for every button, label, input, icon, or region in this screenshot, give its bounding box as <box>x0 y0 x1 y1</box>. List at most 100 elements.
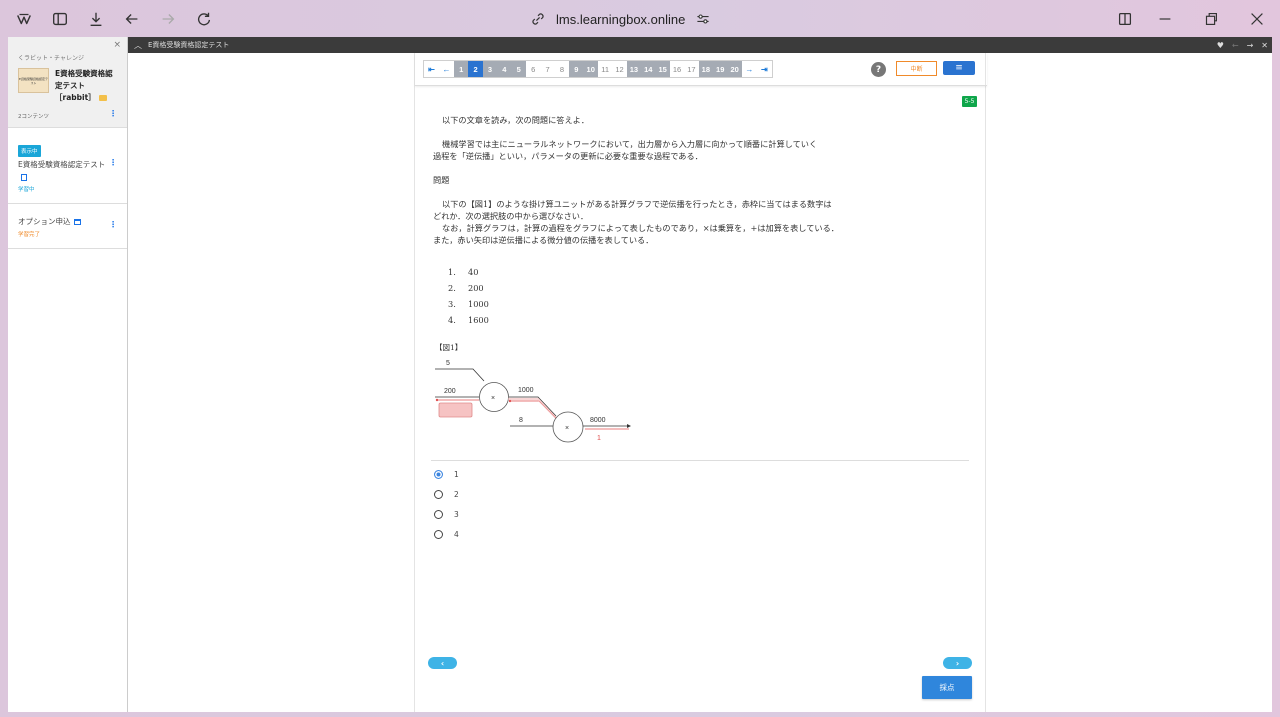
folder-icon <box>98 95 107 101</box>
sidebar-item-test[interactable]: 表示中 E資格受験資格認定テスト 学習中 ⋮ <box>8 128 127 204</box>
title-bar-controls: ♥ ← → ✕ <box>1217 37 1268 53</box>
radio-label: 1 <box>454 470 459 479</box>
course-sidebar: × くラビット・チャレンジ E資格受験資格認定テスト E資格受験資格認定テスト［… <box>8 37 128 712</box>
content-title: E資格受験資格認定テスト <box>148 41 230 49</box>
test-panel: ⇤ ← 1 2 3 4 5 6 7 8 9 10 11 12 13 14 15 16 17 18 19 20 → ⇥ ?… <box>414 53 987 712</box>
radio-button[interactable] <box>434 470 443 479</box>
computation-graph-figure: 【図1】 5 200 × 1000 8 × 8000 1 <box>435 343 631 443</box>
address-bar[interactable]: lms.learningbox.online <box>530 9 711 29</box>
question-page-button[interactable]: 1 <box>454 61 469 77</box>
course-menu-icon[interactable]: ⋮ <box>109 109 117 118</box>
sidebar-toggle-icon[interactable] <box>50 9 70 29</box>
browser-logo-icon[interactable] <box>14 9 34 29</box>
question-page-button[interactable]: 12 <box>612 61 627 77</box>
radio-button[interactable] <box>434 510 443 519</box>
course-thumbnail: E資格受験資格認定テスト <box>18 68 49 93</box>
next-page-button[interactable]: › <box>943 657 972 669</box>
question-pager: ⇤ ← 1 2 3 4 5 6 7 8 9 10 11 12 13 14 15 16 17 18 19 20 → ⇥ <box>423 60 773 78</box>
first-question-button[interactable]: ⇤ <box>424 61 439 77</box>
content-title-bar: ︿ E資格受験資格認定テスト ♥ ← → ✕ <box>128 37 1272 53</box>
reload-icon[interactable] <box>194 9 214 29</box>
choice-item: 4. 1600 <box>448 315 489 325</box>
content-count: 2コンテンツ <box>18 114 49 120</box>
question-body-line: 機械学習では主にニューラルネットワークにおいて，出力層から入力層に向かって順番に… <box>442 139 818 149</box>
forward-icon[interactable] <box>158 9 178 29</box>
question-page-button[interactable]: 4 <box>497 61 512 77</box>
item-status: 学習完了 <box>18 232 41 238</box>
radio-button[interactable] <box>434 530 443 539</box>
restore-icon[interactable] <box>1201 9 1221 29</box>
prev-content-icon[interactable]: ← <box>1232 41 1239 50</box>
next-content-icon[interactable]: → <box>1247 41 1254 50</box>
download-icon[interactable] <box>86 9 106 29</box>
sidebar-item-label: オプション申込 <box>18 216 108 228</box>
question-text-line: どれか．次の選択肢の中から選びなさい． <box>433 211 589 221</box>
choice-item: 1. 40 <box>448 267 479 277</box>
radio-label: 4 <box>454 530 459 539</box>
answer-radio[interactable]: 3 <box>434 510 459 519</box>
mid-output-label: 1000 <box>518 387 534 394</box>
figure-label: 【図1】 <box>435 343 462 352</box>
sidebar-item-option[interactable]: オプション申込 学習完了 ⋮ <box>8 204 127 249</box>
next-question-button[interactable]: → <box>741 61 757 77</box>
question-number-badge: 5-5 <box>962 96 977 107</box>
question-page-button[interactable]: 10 <box>583 61 598 77</box>
close-content-icon[interactable]: ✕ <box>1261 41 1268 50</box>
question-page-button[interactable]: 2 <box>468 61 483 77</box>
question-page-button[interactable]: 17 <box>684 61 699 77</box>
menu-button[interactable]: ≡ <box>943 61 975 75</box>
item-menu-icon[interactable]: ⋮ <box>109 220 117 229</box>
item-menu-icon[interactable]: ⋮ <box>109 158 117 167</box>
answer-red-box <box>438 402 473 418</box>
question-page-button[interactable]: 5 <box>511 61 526 77</box>
heart-icon[interactable]: ♥ <box>1217 41 1224 50</box>
question-page-button[interactable]: 19 <box>713 61 728 77</box>
question-page-button[interactable]: 8 <box>554 61 570 77</box>
arrowhead-node <box>508 399 512 403</box>
question-page-button[interactable]: 13 <box>626 61 642 77</box>
output-label: 8000 <box>590 417 606 424</box>
question-page-button[interactable]: 15 <box>655 61 670 77</box>
edge-top-input <box>435 368 485 382</box>
document-icon <box>21 173 27 181</box>
question-page-button[interactable]: 7 <box>540 61 555 77</box>
prev-page-button[interactable]: ‹ <box>428 657 457 669</box>
answer-radio[interactable]: 1 <box>434 470 459 479</box>
input-mid-label: 200 <box>444 388 456 395</box>
answer-radio[interactable]: 4 <box>434 530 459 539</box>
input-bottom-label: 8 <box>519 417 523 424</box>
grade-button[interactable]: 採点 <box>922 676 972 699</box>
question-page-button[interactable]: 11 <box>597 61 613 77</box>
suspend-button[interactable]: 中断 <box>896 61 937 76</box>
prev-question-button[interactable]: ← <box>439 61 454 77</box>
close-sidebar-icon[interactable]: × <box>113 40 121 50</box>
radio-button[interactable] <box>434 490 443 499</box>
split-view-icon[interactable] <box>1115 9 1135 29</box>
collapse-icon[interactable]: ︿ <box>134 40 142 51</box>
minimize-icon[interactable] <box>1155 9 1175 29</box>
question-page-button[interactable]: 6 <box>525 61 541 77</box>
link-icon <box>532 13 544 25</box>
question-page-button[interactable]: 3 <box>482 61 498 77</box>
question-page-button[interactable]: 18 <box>698 61 714 77</box>
site-settings-icon[interactable] <box>695 11 711 27</box>
url-text[interactable]: lms.learningbox.online <box>556 12 685 27</box>
radio-label: 2 <box>454 490 459 499</box>
question-page-button[interactable]: 16 <box>669 61 685 77</box>
last-question-button[interactable]: ⇥ <box>756 61 772 77</box>
back-icon[interactable] <box>122 9 142 29</box>
question-page-button[interactable]: 9 <box>569 61 584 77</box>
question-text-line: 以下の【図1】のような掛け算ユニットがある計算グラフで逆伝播を行ったとき，赤枠に… <box>442 199 832 209</box>
question-page-button[interactable]: 14 <box>641 61 656 77</box>
browser-toolbar: lms.learningbox.online <box>0 0 1280 37</box>
close-window-icon[interactable] <box>1247 9 1267 29</box>
arrowhead-output <box>627 424 631 428</box>
help-icon[interactable]: ? <box>871 62 886 77</box>
question-page-button[interactable]: 20 <box>727 61 742 77</box>
breadcrumb[interactable]: くラビット・チャレンジ <box>18 53 84 62</box>
choice-item: 3. 1000 <box>448 299 489 309</box>
answer-radio[interactable]: 2 <box>434 490 459 499</box>
calendar-icon <box>73 219 81 225</box>
course-title: E資格受験資格認定テスト［rabbit］ <box>55 69 113 102</box>
op-label-1: × <box>491 395 495 402</box>
